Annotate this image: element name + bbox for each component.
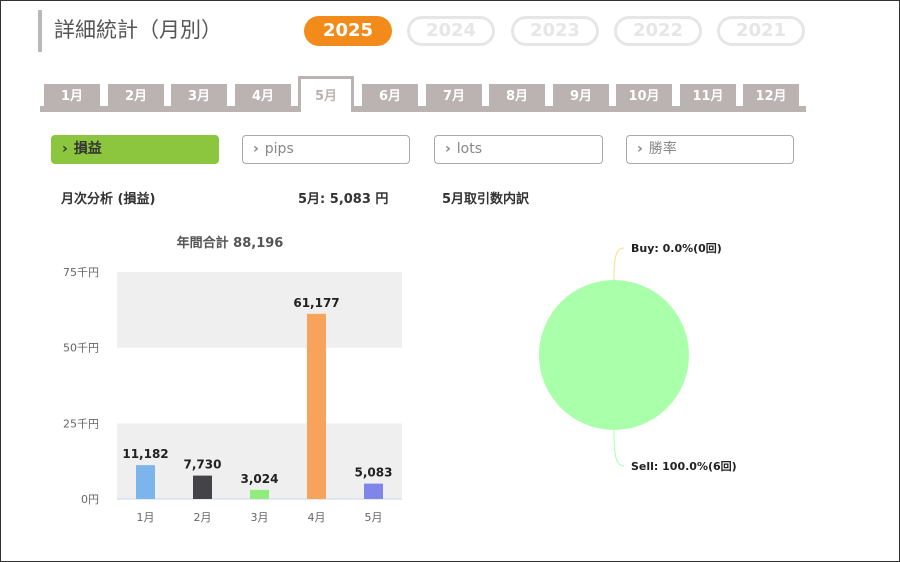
month-tab-6[interactable]: 6月 bbox=[362, 84, 418, 108]
bar-data-label: 11,182 bbox=[122, 447, 168, 461]
chevron-right-icon: › bbox=[637, 141, 643, 157]
metric-label: lots bbox=[456, 141, 483, 157]
bar-3[interactable] bbox=[250, 489, 269, 499]
page-title: 詳細統計（月別） bbox=[38, 10, 222, 52]
pie-connector-buy bbox=[613, 247, 625, 281]
grid-band bbox=[117, 347, 402, 424]
year-button-2021[interactable]: 2021 bbox=[717, 16, 805, 46]
bar-data-label: 7,730 bbox=[184, 458, 222, 472]
metric-button-lots[interactable]: › lots bbox=[434, 135, 603, 164]
metric-button-profit[interactable]: › 損益 bbox=[51, 135, 219, 164]
y-tick-label: 75千円 bbox=[63, 266, 99, 279]
month-tab-2[interactable]: 2月 bbox=[108, 84, 164, 108]
chevron-right-icon: › bbox=[445, 141, 451, 157]
month-tab-11[interactable]: 11月 bbox=[680, 84, 736, 108]
grid-band bbox=[117, 272, 402, 348]
month-tab-7[interactable]: 7月 bbox=[426, 84, 482, 108]
pie-label-sell: Sell: 100.0%(6回) bbox=[631, 459, 737, 473]
grid-band bbox=[117, 423, 402, 499]
year-button-2023[interactable]: 2023 bbox=[511, 16, 599, 46]
bar-1[interactable] bbox=[136, 465, 155, 499]
metric-label: 勝率 bbox=[648, 141, 677, 157]
month-tab-12[interactable]: 12月 bbox=[743, 84, 799, 108]
chart-title: 年間合計 88,196 bbox=[177, 235, 284, 251]
month-tab-9[interactable]: 9月 bbox=[553, 84, 609, 108]
month-result: 5月: 5,083 円 bbox=[298, 192, 389, 207]
pie-label-buy: Buy: 0.0%(0回) bbox=[631, 241, 722, 255]
x-tick-label: 3月 bbox=[251, 511, 269, 524]
chevron-right-icon: › bbox=[62, 141, 68, 157]
x-tick-label: 4月 bbox=[308, 511, 326, 524]
chevron-right-icon: › bbox=[253, 141, 259, 157]
year-button-2025[interactable]: 2025 bbox=[304, 16, 392, 46]
bar-data-label: 3,024 bbox=[241, 472, 279, 486]
month-tab-10[interactable]: 10月 bbox=[616, 84, 672, 108]
bar-chart: 年間合計 88,196 0円 25千円 50千円 75千円 11,182 1月 7,730 2… bbox=[63, 235, 402, 524]
month-tab-3[interactable]: 3月 bbox=[171, 84, 227, 108]
y-tick-label: 0円 bbox=[81, 493, 99, 506]
bar-5[interactable] bbox=[364, 483, 383, 499]
metric-button-winrate[interactable]: › 勝率 bbox=[626, 135, 794, 164]
metric-button-pips[interactable]: › pips bbox=[242, 135, 410, 164]
year-button-2024[interactable]: 2024 bbox=[407, 16, 495, 46]
bar-data-label: 61,177 bbox=[293, 296, 339, 310]
analysis-title: 月次分析 (損益) bbox=[61, 192, 156, 207]
x-tick-label: 5月 bbox=[365, 511, 383, 524]
breakdown-title: 5月取引数内訳 bbox=[442, 192, 530, 207]
month-tab-5[interactable]: 5月 bbox=[298, 76, 354, 112]
metric-label: pips bbox=[264, 141, 294, 157]
x-tick-label: 2月 bbox=[194, 511, 212, 524]
year-button-2022[interactable]: 2022 bbox=[614, 16, 702, 46]
pie-connector-sell bbox=[613, 429, 625, 467]
pie-chart: Buy: 0.0%(0回) Sell: 100.0%(6回) bbox=[539, 241, 737, 473]
metric-label: 損益 bbox=[73, 141, 102, 157]
month-tab-1[interactable]: 1月 bbox=[44, 84, 100, 108]
y-tick-label: 50千円 bbox=[63, 342, 99, 355]
bar-4[interactable] bbox=[307, 313, 326, 499]
x-tick-label: 1月 bbox=[137, 511, 155, 524]
bar-data-label: 5,083 bbox=[355, 466, 393, 480]
bar-2[interactable] bbox=[193, 475, 212, 499]
month-tab-4[interactable]: 4月 bbox=[235, 84, 291, 108]
pie-slice-sell[interactable] bbox=[539, 280, 689, 430]
y-tick-label: 25千円 bbox=[63, 417, 99, 430]
month-tab-8[interactable]: 8月 bbox=[489, 84, 545, 108]
